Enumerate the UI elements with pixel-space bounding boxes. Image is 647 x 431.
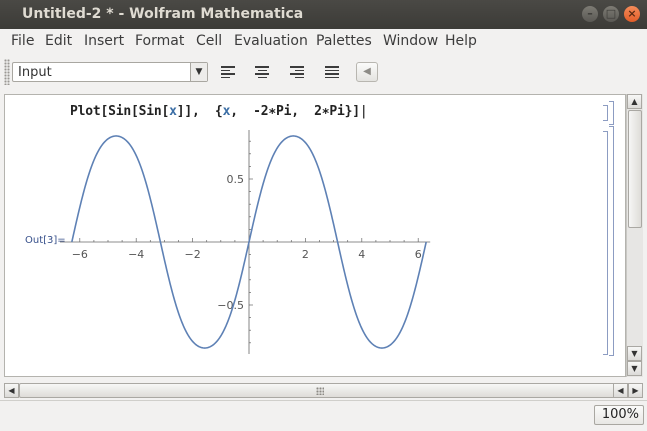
scroll-left-icon[interactable]: ◀ xyxy=(613,383,628,398)
menu-insert[interactable]: Insert xyxy=(84,33,124,49)
times-symbol: ∗ xyxy=(268,104,276,119)
scroll-up-icon[interactable]: ▲ xyxy=(627,94,642,109)
cell-style-value: Input xyxy=(18,65,52,80)
menu-palettes[interactable]: Palettes xyxy=(316,33,372,49)
x-tick-label: 2 xyxy=(302,248,309,261)
input-text: Pi}] xyxy=(329,104,360,119)
align-left-icon[interactable] xyxy=(221,66,235,78)
menu-window[interactable]: Window xyxy=(383,33,438,49)
align-justify-icon[interactable] xyxy=(325,66,339,78)
plot-tick-labels: −6 −4 −2 2 4 6 0.5 −0.5 xyxy=(72,173,422,312)
cell-style-select[interactable]: Input ▼ xyxy=(12,62,208,82)
window-title: Untitled-2 * - Wolfram Mathematica xyxy=(22,6,304,22)
plot-axes xyxy=(60,130,431,354)
input-text: , -2 xyxy=(230,104,269,119)
toolbar-grip-icon[interactable] xyxy=(4,59,10,85)
menu-help[interactable]: Help xyxy=(445,33,477,49)
menu-cell[interactable]: Cell xyxy=(196,33,222,49)
scroll-grip-icon xyxy=(316,387,324,395)
menu-format[interactable]: Format xyxy=(135,33,184,49)
vertical-scrollbar[interactable]: ▲ ▼ ▼ xyxy=(626,94,643,377)
input-symbol-x: x xyxy=(169,104,177,119)
scroll-down-icon[interactable]: ▼ xyxy=(627,346,642,361)
zoom-select[interactable]: 100% xyxy=(594,405,644,425)
status-bar xyxy=(0,400,647,431)
maximize-icon[interactable]: □ xyxy=(603,6,619,22)
x-tick-label: −4 xyxy=(128,248,144,261)
back-button[interactable]: ◀ xyxy=(356,62,378,82)
input-text: ]], { xyxy=(176,104,223,119)
title-bar: Untitled-2 * - Wolfram Mathematica – □ × xyxy=(0,0,647,29)
scroll-right-icon[interactable]: ▶ xyxy=(628,383,643,398)
group-cell-bracket[interactable] xyxy=(609,101,614,125)
horizontal-scrollbar[interactable]: ◀ ◀ ▶ xyxy=(4,383,643,398)
input-cell-bracket[interactable] xyxy=(603,105,608,121)
y-tick-label: −0.5 xyxy=(217,299,244,312)
input-text: Pi, 2 xyxy=(275,104,322,119)
menu-bar: File Edit Insert Format Cell Evaluation … xyxy=(0,29,647,53)
align-right-icon[interactable] xyxy=(290,66,304,78)
input-cell[interactable]: Plot[Sin[Sin[x]], {x, -2∗Pi, 2∗Pi}]| xyxy=(70,104,368,119)
dropdown-arrow-icon[interactable]: ▼ xyxy=(190,63,207,81)
input-text: Plot[Sin[Sin[ xyxy=(70,104,170,119)
menu-edit[interactable]: Edit xyxy=(45,33,72,49)
close-icon[interactable]: × xyxy=(624,6,640,22)
text-cursor: | xyxy=(359,104,368,119)
y-tick-label: 0.5 xyxy=(227,173,245,186)
vertical-scroll-thumb[interactable] xyxy=(628,110,642,228)
minimize-icon[interactable]: – xyxy=(582,6,598,22)
scroll-left-icon[interactable]: ◀ xyxy=(4,383,19,398)
menu-file[interactable]: File xyxy=(11,33,34,49)
x-tick-label: 4 xyxy=(358,248,365,261)
align-center-icon[interactable] xyxy=(255,66,269,78)
output-cell-bracket[interactable] xyxy=(603,131,608,355)
scroll-down-icon[interactable]: ▼ xyxy=(627,361,642,376)
menu-evaluation[interactable]: Evaluation xyxy=(234,33,308,49)
horizontal-scroll-thumb[interactable] xyxy=(19,383,616,398)
plot-graphic[interactable]: −6 −4 −2 2 4 6 0.5 −0.5 xyxy=(60,128,440,356)
x-tick-label: 6 xyxy=(415,248,422,261)
group-cell-bracket[interactable] xyxy=(609,126,614,356)
x-tick-label: −6 xyxy=(72,248,88,261)
x-tick-label: −2 xyxy=(184,248,200,261)
